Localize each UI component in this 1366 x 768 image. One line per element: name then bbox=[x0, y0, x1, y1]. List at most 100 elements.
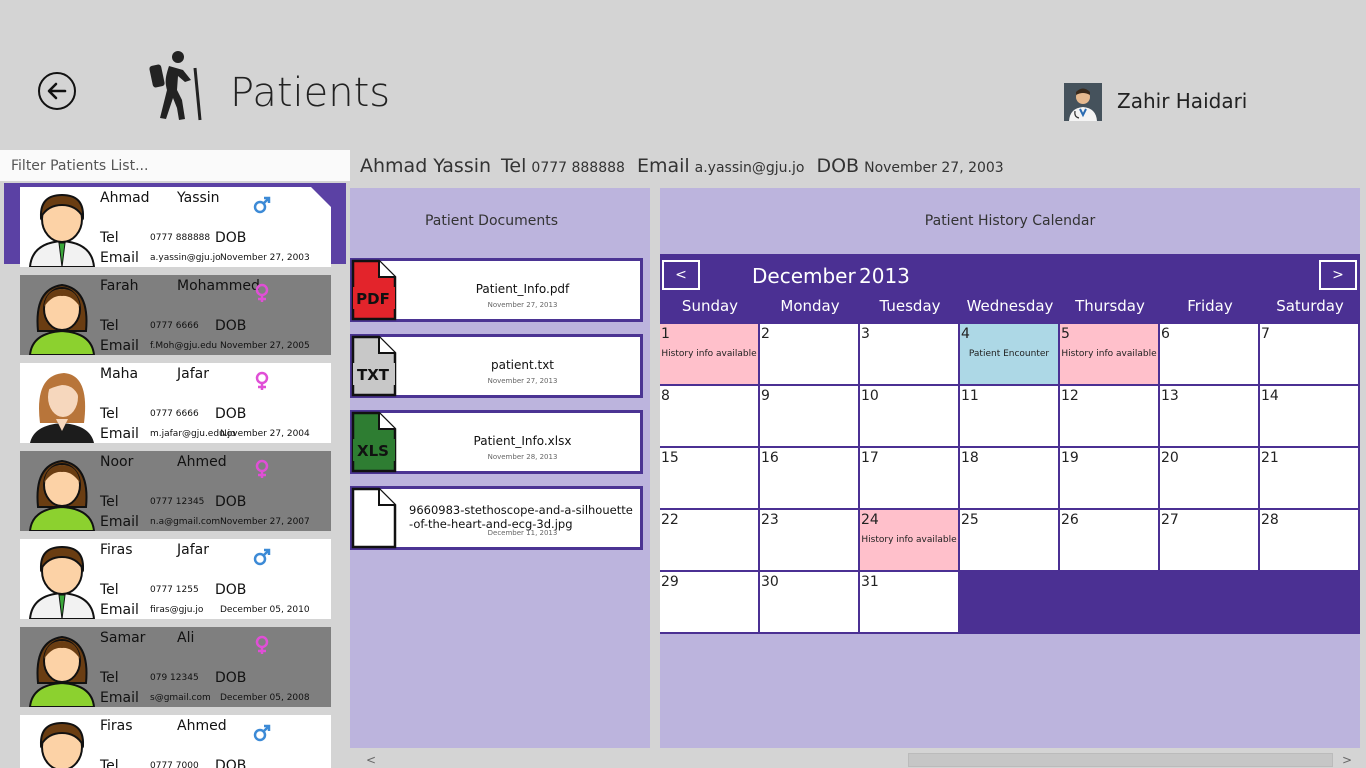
calendar-day[interactable]: 13 bbox=[1160, 386, 1258, 446]
dob-label: DOB bbox=[215, 582, 247, 598]
male-shirt-avatar bbox=[26, 191, 98, 268]
patient-card[interactable]: Farah Mohammed Tel 0777 6666 DOB Email f.Moh@g… bbox=[20, 275, 331, 356]
calendar-day[interactable]: 15 bbox=[660, 448, 758, 508]
user-avatar[interactable] bbox=[1064, 83, 1102, 121]
calendar-day[interactable]: 21 bbox=[1260, 448, 1358, 508]
male-gender-icon bbox=[252, 195, 272, 215]
previous-month-button[interactable]: < bbox=[662, 260, 700, 290]
filter-patients-input[interactable] bbox=[0, 150, 350, 181]
calendar-day[interactable]: 26 bbox=[1060, 510, 1158, 570]
patient-card[interactable]: Noor Ahmed Tel 0777 12345 DOB Email n.a@gmail.… bbox=[20, 451, 331, 532]
calendar-day[interactable]: 10 bbox=[860, 386, 958, 446]
document-item[interactable]: XLS Patient_Info.xlsx November 28, 2013 bbox=[350, 410, 643, 474]
calendar-day[interactable]: 12 bbox=[1060, 386, 1158, 446]
calendar-day[interactable]: 28 bbox=[1260, 510, 1358, 570]
calendar-day[interactable]: 9 bbox=[760, 386, 858, 446]
user-name: Zahir Haidari bbox=[1117, 89, 1248, 113]
day-number: 25 bbox=[961, 512, 979, 528]
day-note: History info available bbox=[661, 349, 757, 359]
calendar-day[interactable]: 3 bbox=[860, 324, 958, 384]
patient-email: a.yassin@gju.jo bbox=[694, 160, 805, 176]
email-label: Email bbox=[100, 250, 139, 266]
calendar-day[interactable]: 22 bbox=[660, 510, 758, 570]
patient-list[interactable]: Ahmad Yassin Tel 0777 888888 DOB Email a.yassi… bbox=[0, 183, 350, 768]
patient-last-name: Jafar bbox=[177, 542, 209, 558]
day-number: 30 bbox=[761, 574, 779, 590]
selected-corner bbox=[311, 187, 331, 207]
calendar-day[interactable]: 18 bbox=[960, 448, 1058, 508]
day-number: 8 bbox=[661, 388, 670, 404]
patient-card[interactable]: Samar Ali Tel 079 12345 DOB Email s@gmail.com D… bbox=[20, 627, 331, 708]
patient-first-name: Firas bbox=[100, 542, 133, 558]
patient-card[interactable]: Ahmad Yassin Tel 0777 888888 DOB Email a.yassi… bbox=[20, 187, 331, 268]
dob-label: DOB bbox=[215, 406, 247, 422]
day-number: 12 bbox=[1061, 388, 1079, 404]
email-label: Email bbox=[100, 690, 139, 706]
calendar-day[interactable]: 30 bbox=[760, 572, 858, 632]
scroll-left-button[interactable]: < bbox=[366, 753, 376, 767]
calendar-day[interactable]: 2 bbox=[760, 324, 858, 384]
calendar-day[interactable]: 19 bbox=[1060, 448, 1158, 508]
calendar-day[interactable]: 8 bbox=[660, 386, 758, 446]
patient-tel: 0777 6666 bbox=[150, 321, 199, 331]
calendar-day[interactable]: 23 bbox=[760, 510, 858, 570]
day-number: 9 bbox=[761, 388, 770, 404]
document-item[interactable]: PDF Patient_Info.pdf November 27, 2013 bbox=[350, 258, 643, 322]
tel-label: Tel bbox=[100, 318, 119, 334]
patient-last-name: Ali bbox=[177, 630, 195, 646]
scrollbar-thumb[interactable] bbox=[908, 753, 1333, 767]
calendar-day[interactable]: 4 Patient Encounter bbox=[960, 324, 1058, 384]
calendar-day[interactable]: 29 bbox=[660, 572, 758, 632]
calendar-day[interactable]: 6 bbox=[1160, 324, 1258, 384]
day-number: 27 bbox=[1161, 512, 1179, 528]
document-name: patient.txt bbox=[490, 358, 555, 372]
calendar-day[interactable]: 11 bbox=[960, 386, 1058, 446]
email-label: Email bbox=[100, 514, 139, 530]
patient-dob: November 27, 2004 bbox=[220, 429, 310, 439]
patient-first-name: Noor bbox=[100, 454, 134, 470]
patient-last-name: Jafar bbox=[177, 366, 209, 382]
scroll-right-button[interactable]: > bbox=[1342, 753, 1352, 767]
patient-card[interactable]: Maha Jafar Tel 0777 6666 DOB Email m.jafar@gju… bbox=[20, 363, 331, 443]
calendar-day[interactable]: 24 History info available bbox=[860, 510, 958, 570]
document-name: Patient_Info.pdf bbox=[475, 282, 570, 296]
patient-dob: November 27, 2007 bbox=[220, 517, 310, 527]
weekday-label: Thursday bbox=[1075, 297, 1145, 315]
patient-email: s@gmail.com bbox=[150, 693, 211, 703]
calendar-day[interactable]: 14 bbox=[1260, 386, 1358, 446]
female-photo-avatar bbox=[26, 367, 98, 443]
back-button[interactable] bbox=[38, 72, 76, 110]
document-item[interactable]: TXT patient.txt November 27, 2013 bbox=[350, 334, 643, 398]
calendar-day[interactable]: 17 bbox=[860, 448, 958, 508]
patient-card[interactable]: FirasAhmedTel0777 7000DOBEmail bbox=[20, 715, 331, 768]
patient-last-name: Ahmed bbox=[177, 454, 227, 470]
patient-tel: 0777 888888 bbox=[150, 233, 211, 243]
calendar-day[interactable]: 20 bbox=[1160, 448, 1258, 508]
patient-card[interactable]: Firas Jafar Tel 0777 1255 DOB Email firas@gju.… bbox=[20, 539, 331, 620]
calendar-day[interactable]: 5 History info available bbox=[1060, 324, 1158, 384]
calendar-day[interactable]: 1 History info available bbox=[660, 324, 758, 384]
weekday-label: Sunday bbox=[681, 297, 739, 315]
calendar-day[interactable]: 16 bbox=[760, 448, 858, 508]
calendar-day[interactable]: 25 bbox=[960, 510, 1058, 570]
documents-panel: Patient Documents PDF Patient_Info.pdf Nov… bbox=[350, 188, 650, 748]
patient-first-name: Ahmad bbox=[100, 190, 150, 206]
patient-tel: 079 12345 bbox=[150, 673, 199, 683]
calendar-day[interactable]: 27 bbox=[1160, 510, 1258, 570]
calendar-day[interactable]: 31 bbox=[860, 572, 958, 632]
day-number: 23 bbox=[761, 512, 779, 528]
day-number: 28 bbox=[1261, 512, 1279, 528]
txt-file-icon: TXT bbox=[351, 335, 397, 397]
document-item[interactable]: 9660983-stethoscope-and-a-silhouette-of-… bbox=[350, 486, 643, 550]
day-number: 16 bbox=[761, 450, 779, 466]
female-gender-icon bbox=[252, 371, 272, 391]
next-month-button[interactable]: > bbox=[1319, 260, 1357, 290]
calendar-day[interactable]: 7 bbox=[1260, 324, 1358, 384]
day-number: 24 bbox=[861, 512, 879, 528]
horizontal-scrollbar[interactable]: < > bbox=[350, 751, 1366, 768]
tel-label: Tel bbox=[100, 582, 119, 598]
day-note: Patient Encounter bbox=[968, 349, 1050, 359]
documents-title: Patient Documents bbox=[424, 213, 559, 229]
dob-label: DOB bbox=[215, 318, 247, 334]
female-gender-icon bbox=[252, 459, 272, 479]
